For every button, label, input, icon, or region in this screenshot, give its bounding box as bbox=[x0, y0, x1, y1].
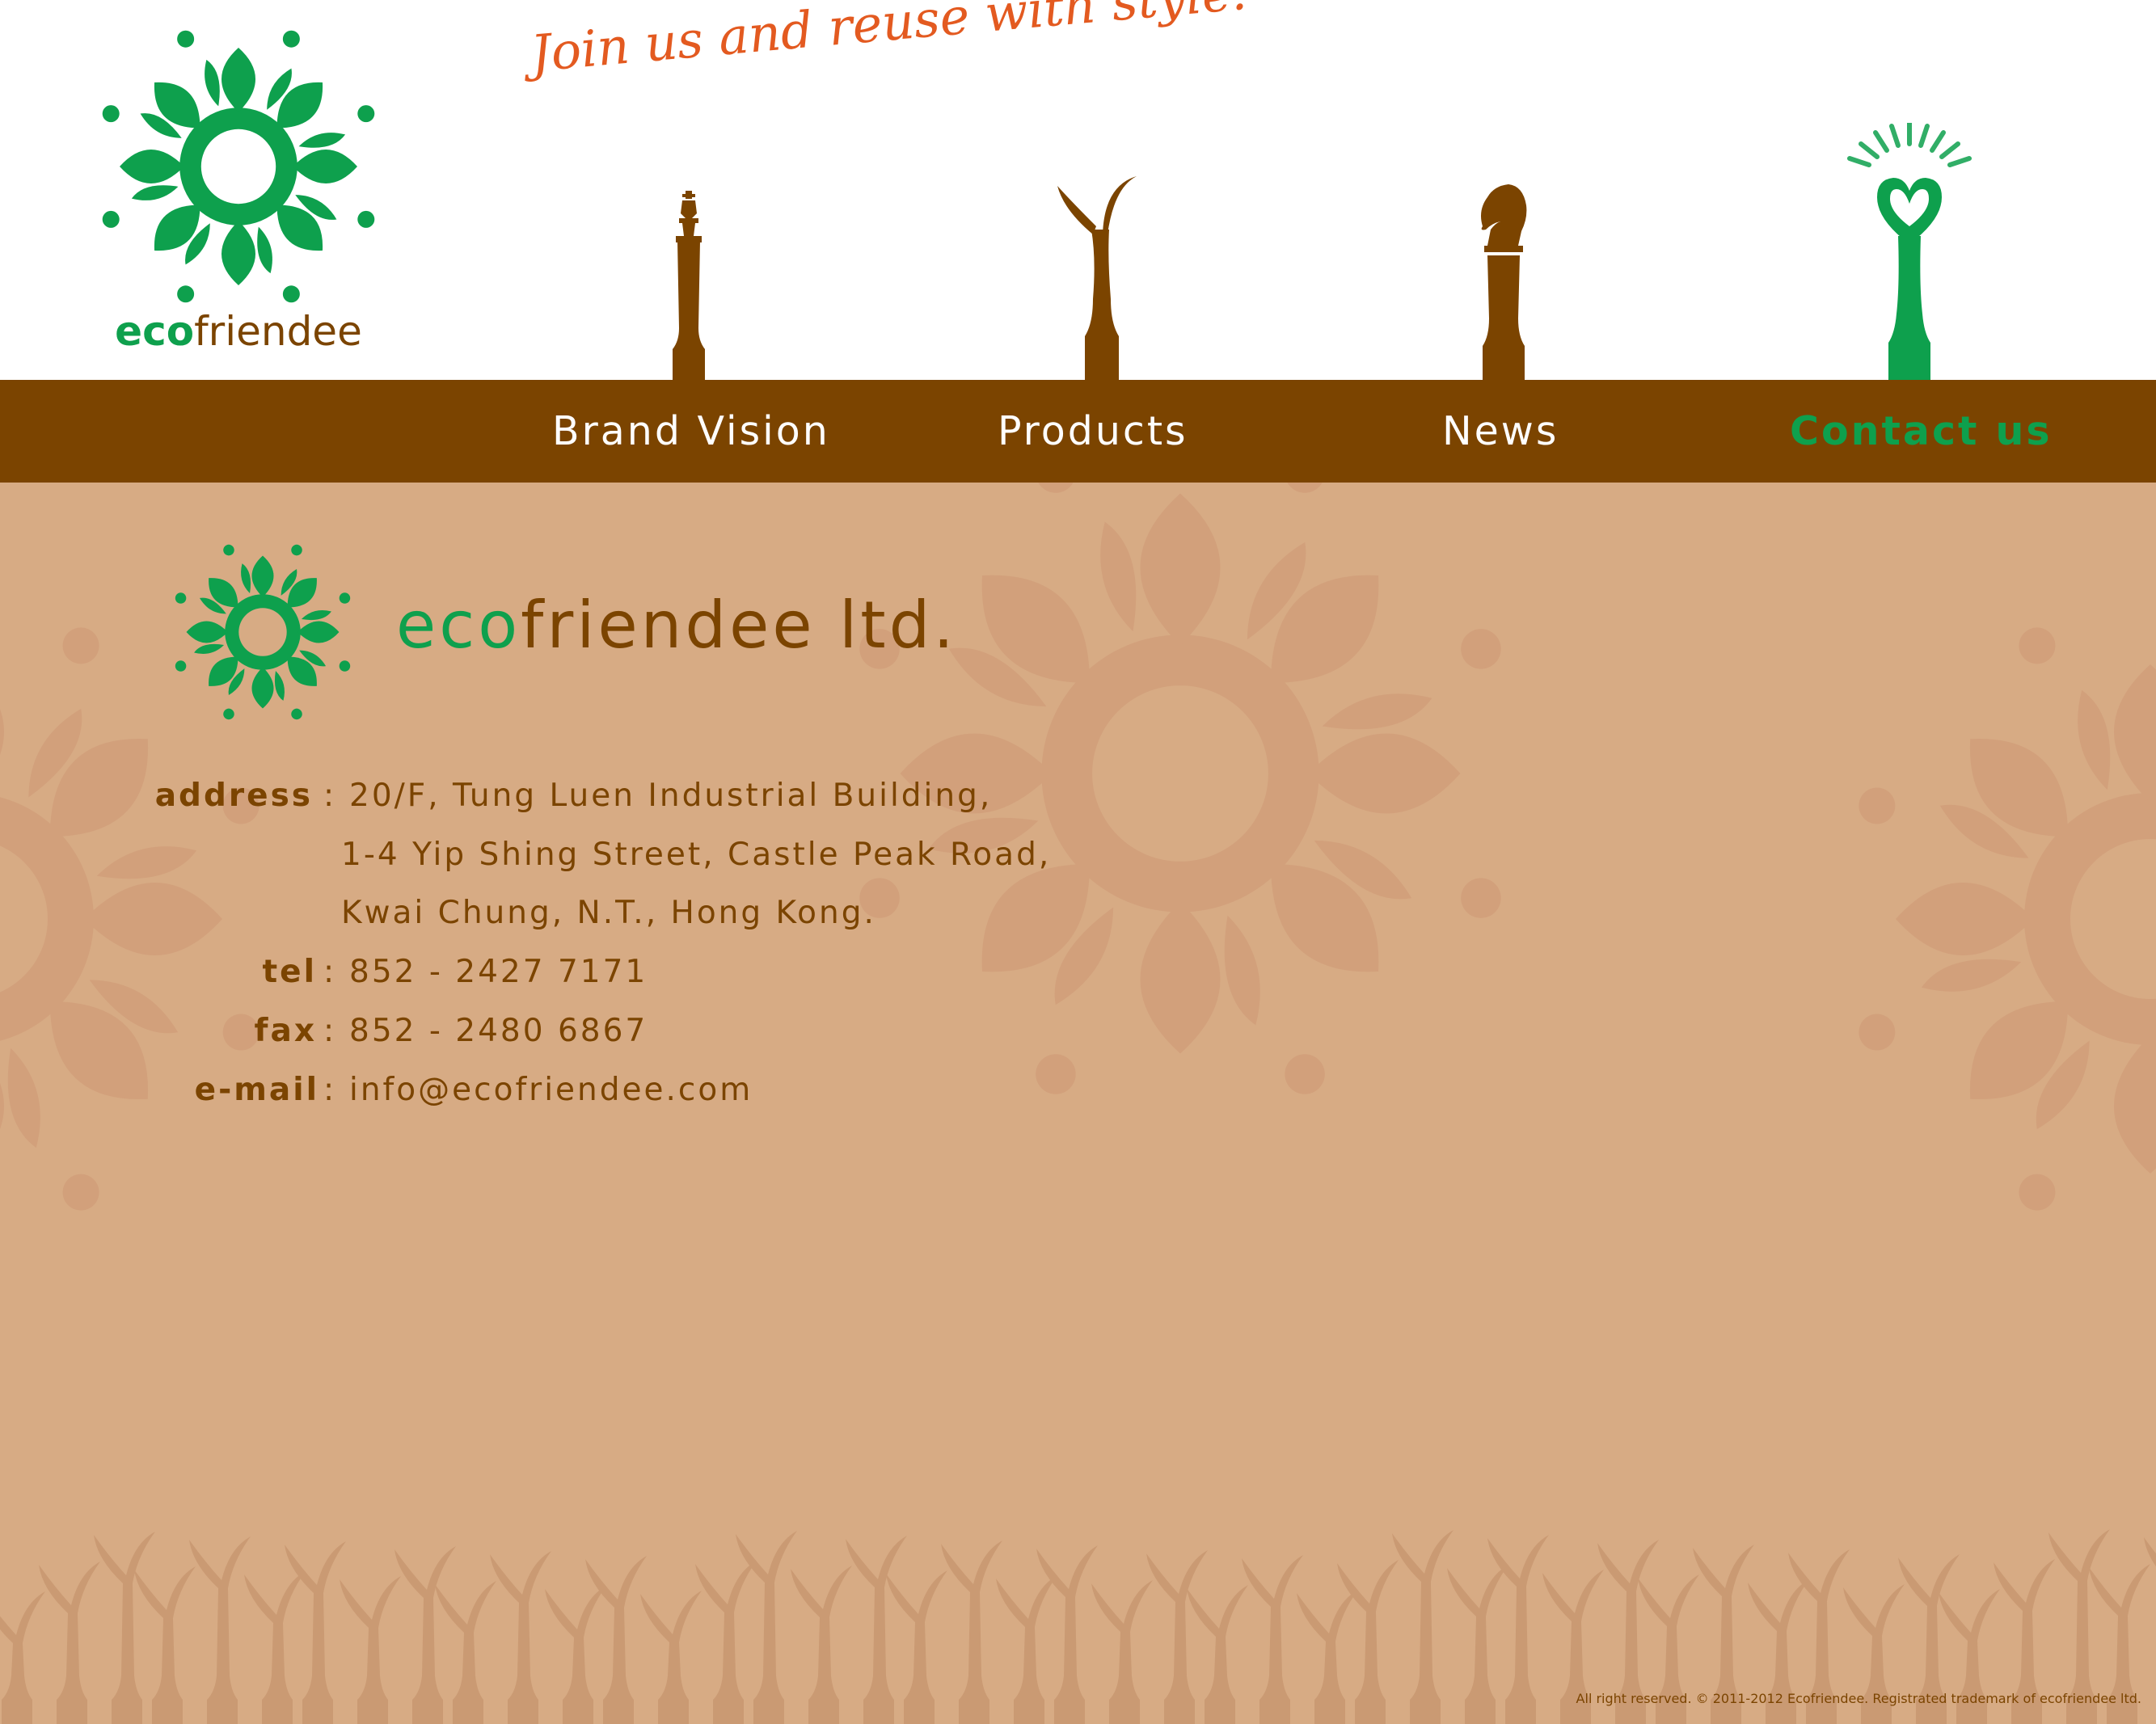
company-name: ecofriendee ltd. bbox=[396, 588, 957, 663]
email-link[interactable]: info@ecofriendee.com bbox=[349, 1072, 753, 1108]
address-line-2: 1-4 Yip Shing Street, Castle Peak Road, bbox=[341, 837, 1052, 873]
footer-copyright: All right reserved. © 2011-2012 Ecofrien… bbox=[1576, 1691, 2141, 1706]
company-name-eco: eco bbox=[396, 588, 521, 663]
fax-value: 852 - 2480 6867 bbox=[349, 1013, 648, 1049]
address-separator: : bbox=[323, 778, 337, 814]
address-row-2: 1-4 Yip Shing Street, Castle Peak Road, bbox=[0, 837, 2156, 877]
logo-wordmark: ecofriendee bbox=[85, 308, 392, 355]
contact-section: ecofriendee ltd. address : 20/F, Tung Lu… bbox=[0, 483, 2156, 1724]
tagline: Join us and reuse with style! bbox=[528, 0, 1255, 83]
knight-pillar-icon bbox=[1481, 184, 1527, 380]
email-label: e-mail bbox=[194, 1072, 319, 1108]
fax-row: fax : 852 - 2480 6867 bbox=[0, 1013, 2156, 1053]
fax-separator: : bbox=[323, 1013, 337, 1049]
address-row-3: Kwai Chung, N.T., Hong Kong. bbox=[0, 895, 2156, 935]
tel-value[interactable]: 852 - 2427 7171 bbox=[349, 954, 648, 990]
nav-news[interactable]: News bbox=[1442, 409, 1559, 454]
tel-label: tel bbox=[262, 954, 317, 990]
header: ecofriendee Join us and reuse with style… bbox=[0, 0, 2156, 380]
address-line-3: Kwai Chung, N.T., Hong Kong. bbox=[341, 895, 876, 931]
nav-brand-vision[interactable]: Brand Vision bbox=[552, 409, 830, 454]
heart-pillar-icon bbox=[1847, 123, 1972, 380]
sprout-pillar-icon bbox=[1057, 176, 1137, 380]
address-row: address : 20/F, Tung Luen Industrial Bui… bbox=[0, 778, 2156, 818]
tel-separator: : bbox=[323, 954, 337, 990]
logo-wordmark-eco: eco bbox=[115, 308, 195, 355]
logo-wordmark-rest: friendee bbox=[194, 308, 362, 355]
email-separator: : bbox=[323, 1072, 337, 1108]
company-flower-icon bbox=[175, 544, 351, 720]
brand-logo[interactable]: ecofriendee bbox=[85, 29, 392, 369]
nav-products[interactable]: Products bbox=[998, 409, 1188, 454]
company-name-rest: friendee ltd. bbox=[521, 588, 957, 663]
email-row: e-mail : info@ecofriendee.com bbox=[0, 1072, 2156, 1112]
main-nav: Brand Vision Products News Contact us bbox=[0, 380, 2156, 483]
fax-label: fax bbox=[254, 1013, 317, 1049]
flower-logo-icon bbox=[102, 30, 375, 303]
address-line-1: 20/F, Tung Luen Industrial Building, bbox=[349, 778, 993, 814]
king-pillar-icon bbox=[673, 191, 705, 380]
address-label: address bbox=[154, 778, 313, 814]
nav-contact-us[interactable]: Contact us bbox=[1790, 409, 2053, 454]
tel-row: tel : 852 - 2427 7171 bbox=[0, 954, 2156, 994]
